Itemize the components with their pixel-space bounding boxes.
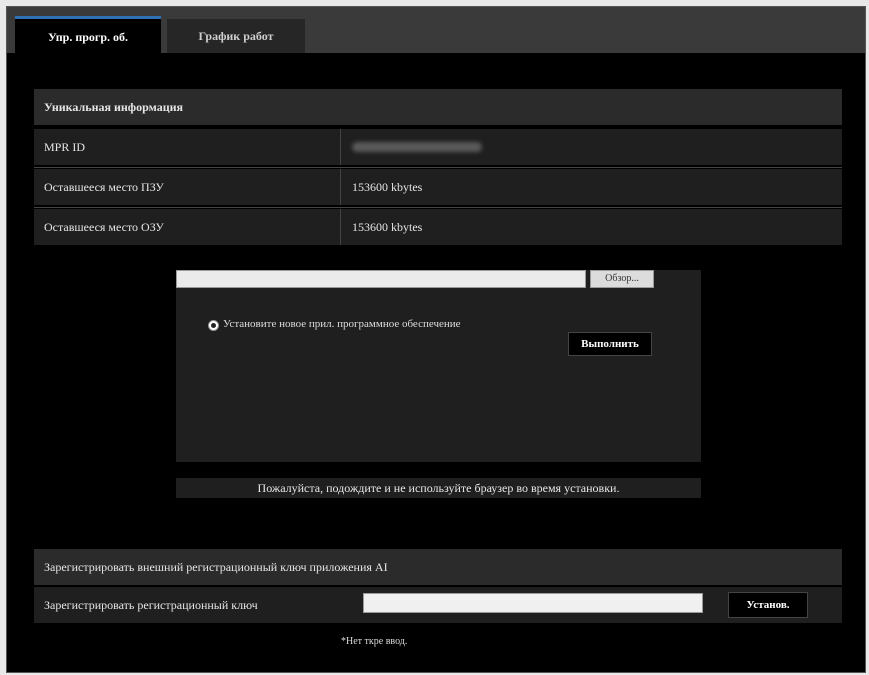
key-note: *Нет ткре ввод. — [341, 636, 408, 647]
row-divider — [34, 207, 842, 208]
execute-button[interactable]: Выполнить — [568, 332, 652, 356]
info-label: Оставшееся место ПЗУ — [34, 169, 341, 205]
install-radio-label: Установите новое прил. программное обесп… — [223, 318, 461, 330]
firmware-install-panel: Обзор... Установите новое прил. программ… — [176, 270, 701, 462]
key-section-header: Зарегистрировать внешний регистрационный… — [34, 549, 842, 585]
tab-schedule[interactable]: График работ — [167, 19, 305, 53]
file-path-input[interactable] — [176, 270, 586, 288]
key-label: Зарегистрировать регистрационный ключ — [44, 598, 258, 612]
info-value — [352, 129, 482, 165]
info-row-rom-space: Оставшееся место ПЗУ 153600 kbytes — [34, 169, 842, 205]
tab-bar: Упр. прогр. об. График работ — [7, 7, 865, 56]
info-row-ram-space: Оставшееся место ОЗУ 153600 kbytes — [34, 209, 842, 245]
row-divider — [34, 167, 842, 168]
install-key-button[interactable]: Установ. — [728, 592, 808, 618]
registration-key-input[interactable] — [363, 593, 703, 613]
install-notice: Пожалуйста, подождите и не используйте б… — [176, 478, 701, 498]
info-row-mpr-id: MPR ID — [34, 129, 842, 165]
tab-software-management[interactable]: Упр. прогр. об. — [15, 16, 161, 56]
mpr-id-value-redacted — [352, 142, 482, 152]
info-value: 153600 kbytes — [352, 220, 423, 234]
info-label: Оставшееся место ОЗУ — [34, 209, 341, 245]
unique-info-header: Уникальная информация — [34, 89, 842, 125]
info-label: MPR ID — [34, 129, 341, 165]
info-value: 153600 kbytes — [352, 180, 423, 194]
install-radio[interactable] — [208, 320, 219, 331]
browse-button[interactable]: Обзор... — [590, 270, 654, 288]
